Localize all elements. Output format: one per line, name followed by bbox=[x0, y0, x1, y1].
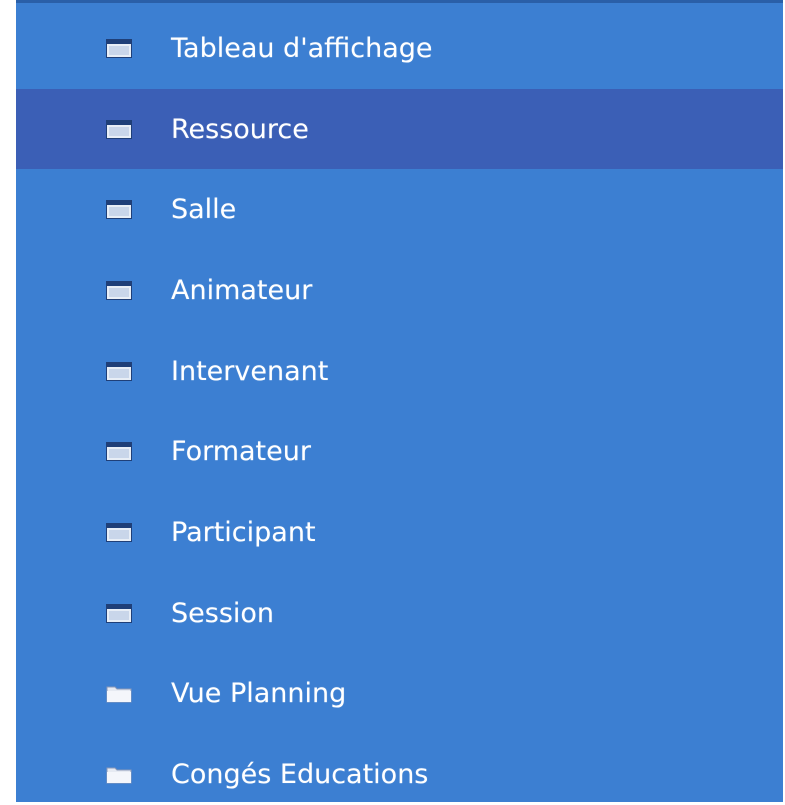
nav-item-label: Tableau d'affichage bbox=[171, 32, 433, 64]
navigation-panel: Tableau d'affichage Ressource Salle Anim… bbox=[16, 0, 783, 802]
window-icon bbox=[106, 200, 132, 220]
nav-item-label: Session bbox=[171, 597, 275, 629]
window-icon bbox=[106, 442, 132, 462]
nav-item-label: Salle bbox=[171, 194, 237, 226]
window-icon bbox=[106, 522, 132, 542]
window-icon bbox=[106, 280, 132, 300]
nav-item-conges-educations[interactable]: Congés Educations bbox=[16, 734, 783, 802]
nav-item-label: Participant bbox=[171, 516, 316, 548]
nav-item-salle[interactable]: Salle bbox=[16, 169, 783, 250]
nav-item-label: Vue Planning bbox=[171, 678, 347, 710]
nav-item-animateur[interactable]: Animateur bbox=[16, 250, 783, 331]
window-icon bbox=[106, 361, 132, 381]
window-icon bbox=[106, 603, 132, 623]
nav-item-intervenant[interactable]: Intervenant bbox=[16, 331, 783, 412]
nav-item-label: Formateur bbox=[171, 436, 311, 468]
window-icon bbox=[106, 38, 132, 58]
nav-item-label: Intervenant bbox=[171, 355, 329, 387]
nav-item-vue-planning[interactable]: Vue Planning bbox=[16, 654, 783, 735]
nav-item-label: Ressource bbox=[171, 113, 309, 145]
nav-item-tableau-affichage[interactable]: Tableau d'affichage bbox=[16, 8, 783, 89]
nav-item-label: Animateur bbox=[171, 274, 313, 306]
folder-icon bbox=[106, 767, 132, 784]
nav-list: Tableau d'affichage Ressource Salle Anim… bbox=[16, 8, 783, 802]
nav-item-participant[interactable]: Participant bbox=[16, 492, 783, 573]
window-icon bbox=[106, 119, 132, 139]
folder-icon bbox=[106, 686, 132, 703]
nav-item-ressource[interactable]: Ressource bbox=[16, 88, 783, 170]
nav-item-label: Congés Educations bbox=[171, 759, 429, 791]
nav-item-session[interactable]: Session bbox=[16, 573, 783, 654]
nav-item-formateur[interactable]: Formateur bbox=[16, 411, 783, 492]
